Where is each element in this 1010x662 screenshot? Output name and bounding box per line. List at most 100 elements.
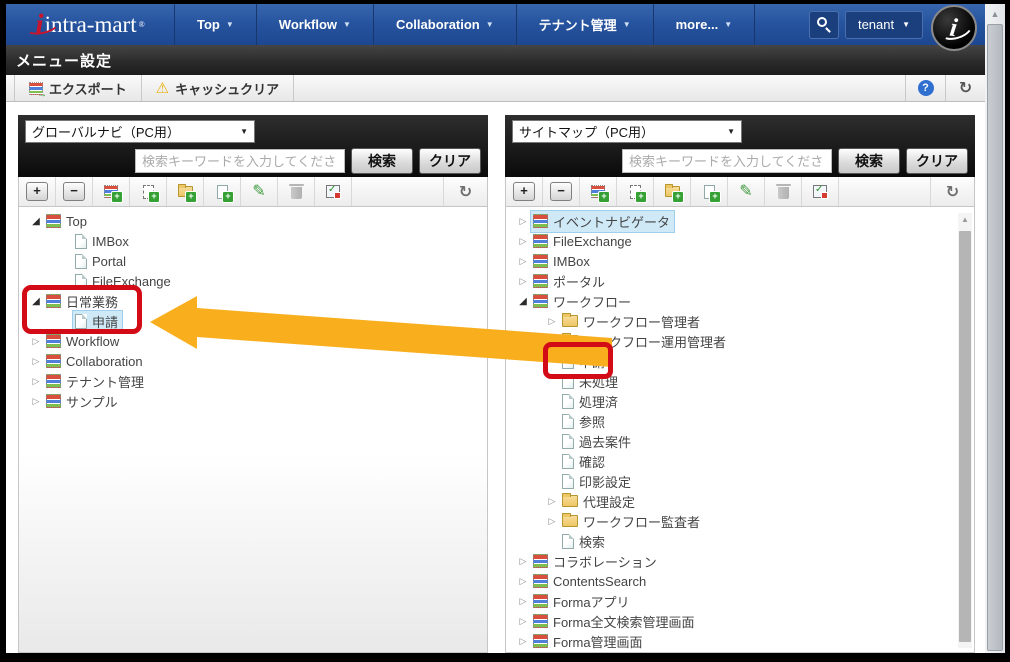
- scroll-up-arrow-icon[interactable]: ▲: [985, 6, 1005, 22]
- menu-type-select[interactable]: サイトマップ（PC用） ▼: [512, 120, 742, 143]
- tree-toggle-icon[interactable]: ▷: [516, 596, 530, 607]
- tree-toggle-icon[interactable]: ▷: [29, 336, 43, 347]
- tree-item[interactable]: ▷ IMBox: [506, 251, 974, 271]
- tree-toggle-icon[interactable]: ▷: [545, 496, 559, 507]
- tree-toggle-icon[interactable]: ▷: [516, 236, 530, 247]
- tree-item[interactable]: ▷ Formaアプリ: [506, 591, 974, 611]
- tenant-dropdown[interactable]: tenant ▼: [845, 10, 923, 39]
- page-scrollbar-thumb[interactable]: [987, 24, 1003, 651]
- nav-menu-テナント管理[interactable]: テナント管理 ▼: [515, 4, 653, 45]
- tree-item[interactable]: 申請: [19, 309, 487, 333]
- tree-item[interactable]: FileExchange: [19, 271, 487, 291]
- tree-item[interactable]: ▷ 代理設定: [506, 491, 974, 511]
- add-page-dashed-button[interactable]: [617, 177, 654, 206]
- tree-toggle-icon[interactable]: ▷: [516, 556, 530, 567]
- chevron-down-icon: ▼: [343, 20, 351, 29]
- tree-toggle-icon[interactable]: ▷: [29, 356, 43, 367]
- tree-toggle-icon[interactable]: ▷: [545, 316, 559, 327]
- add-page-button[interactable]: [204, 177, 241, 206]
- scroll-up-arrow-icon[interactable]: ▲: [958, 213, 972, 227]
- refresh-button[interactable]: ↻: [443, 177, 487, 206]
- tree-item[interactable]: 申請: [506, 351, 974, 371]
- tree-item[interactable]: Portal: [19, 251, 487, 271]
- cache-clear-button[interactable]: ⚠ キャッシュクリア: [142, 75, 295, 101]
- edit-button[interactable]: ✎: [728, 177, 765, 206]
- tree-item[interactable]: ▷ ワークフロー運用管理者: [506, 331, 974, 351]
- tree-item[interactable]: ◢ Top: [19, 211, 487, 231]
- tree-item[interactable]: ▷ ワークフロー管理者: [506, 311, 974, 331]
- tree-clear-button[interactable]: クリア: [419, 148, 481, 174]
- tree-item[interactable]: 参照: [506, 411, 974, 431]
- tree-toggle-icon[interactable]: ▷: [516, 616, 530, 627]
- tree-search-button[interactable]: 検索: [351, 148, 413, 174]
- page-refresh-button[interactable]: ↻: [945, 75, 985, 101]
- tree-search-button[interactable]: 検索: [838, 148, 900, 174]
- add-page-button[interactable]: [691, 177, 728, 206]
- edit-button[interactable]: ✎: [241, 177, 278, 206]
- tree-item[interactable]: 未処理: [506, 371, 974, 391]
- tree-item[interactable]: 確認: [506, 451, 974, 471]
- export-button[interactable]: エクスポート: [14, 75, 142, 101]
- add-menu-group-button[interactable]: [93, 177, 130, 206]
- tree-item[interactable]: ▷ サンプル: [19, 391, 487, 411]
- tree-item[interactable]: ◢ 日常業務: [19, 291, 487, 311]
- refresh-button[interactable]: ↻: [930, 177, 974, 206]
- sort-display-button[interactable]: [802, 177, 839, 206]
- tree-search-input[interactable]: [622, 149, 832, 173]
- tree-item[interactable]: ▷ Forma管理画面: [506, 631, 974, 651]
- delete-button[interactable]: [278, 177, 315, 206]
- tree-clear-button[interactable]: クリア: [906, 148, 968, 174]
- sort-display-button[interactable]: [315, 177, 352, 206]
- collapse-all-button[interactable]: −: [56, 177, 93, 206]
- tree-toggle-icon[interactable]: ▷: [516, 216, 530, 227]
- tree-item[interactable]: ▷ コラボレーション: [506, 551, 974, 571]
- edit-pencil-icon: ✎: [252, 182, 266, 200]
- add-folder-button[interactable]: [167, 177, 204, 206]
- menu-type-select[interactable]: グローバルナビ（PC用） ▼: [25, 120, 255, 143]
- tree-item[interactable]: ▷ Forma全文検索管理画面: [506, 611, 974, 631]
- delete-button[interactable]: [765, 177, 802, 206]
- tree-item[interactable]: ▷ テナント管理: [19, 371, 487, 391]
- user-brand-badge[interactable]: i: [931, 4, 977, 51]
- tree-item[interactable]: ▷ Workflow: [19, 331, 487, 351]
- tree-toggle-icon[interactable]: ▷: [29, 376, 43, 387]
- tree-item[interactable]: ▷ ワークフロー監査者: [506, 511, 974, 531]
- tree-item[interactable]: ▷ FileExchange: [506, 231, 974, 251]
- tree-toggle-icon[interactable]: ▷: [29, 396, 43, 407]
- tree-toggle-icon[interactable]: ▷: [516, 276, 530, 287]
- nav-menu-more...[interactable]: more... ▼: [652, 4, 756, 45]
- help-button[interactable]: ?: [905, 75, 945, 101]
- tree-item[interactable]: 印影設定: [506, 471, 974, 491]
- tree-item[interactable]: IMBox: [19, 231, 487, 251]
- tree-toggle-icon[interactable]: ▷: [545, 516, 559, 527]
- tree-item[interactable]: ▷ イベントナビゲータ: [506, 209, 974, 233]
- nav-menu-Top[interactable]: Top ▼: [174, 4, 256, 45]
- tree-toggle-icon[interactable]: ▷: [516, 256, 530, 267]
- add-folder-button[interactable]: [654, 177, 691, 206]
- search-button[interactable]: [809, 10, 839, 39]
- tree-toggle-icon[interactable]: ◢: [29, 216, 43, 227]
- tree-item[interactable]: ▷ ContentsSearch: [506, 571, 974, 591]
- expand-all-button[interactable]: +: [506, 177, 543, 206]
- tree-search-input[interactable]: [135, 149, 345, 173]
- nav-menu-Workflow[interactable]: Workflow ▼: [255, 4, 373, 45]
- tree-toggle-icon[interactable]: ◢: [516, 296, 530, 307]
- tree-item[interactable]: 過去案件: [506, 431, 974, 451]
- tree-toggle-icon[interactable]: ◢: [29, 296, 43, 307]
- tree-item[interactable]: ▷ ポータル: [506, 271, 974, 291]
- scrollbar-thumb[interactable]: [959, 231, 971, 642]
- add-menu-group-button[interactable]: [580, 177, 617, 206]
- collapse-all-button[interactable]: −: [543, 177, 580, 206]
- tree-item[interactable]: 処理済: [506, 391, 974, 411]
- add-page-dashed-button[interactable]: [130, 177, 167, 206]
- page-title-bar: メニュー設定: [6, 45, 985, 75]
- tree-item[interactable]: 検索: [506, 531, 974, 551]
- tree-item[interactable]: ▷ Collaboration: [19, 351, 487, 371]
- expand-all-button[interactable]: +: [19, 177, 56, 206]
- tree-toggle-icon[interactable]: ▷: [516, 576, 530, 587]
- intra-mart-logo[interactable]: i intra-mart ®: [6, 4, 174, 45]
- tree-toggle-icon[interactable]: ▷: [545, 336, 559, 347]
- nav-menu-Collaboration[interactable]: Collaboration ▼: [372, 4, 516, 45]
- tree-item[interactable]: ◢ ワークフロー: [506, 291, 974, 311]
- tree-toggle-icon[interactable]: ▷: [516, 636, 530, 647]
